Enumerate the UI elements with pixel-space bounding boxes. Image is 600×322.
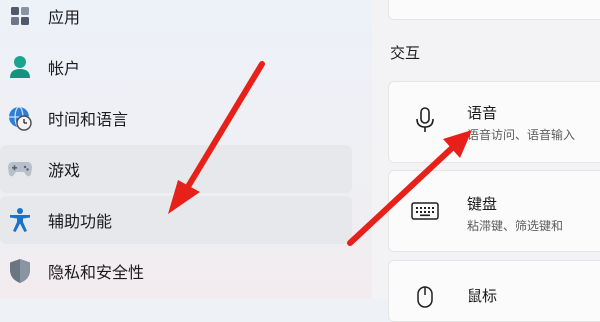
sidebar-item-gaming[interactable]: 游戏: [0, 145, 352, 193]
setting-card-keyboard[interactable]: 键盘 粘滞键、筛选键和: [388, 170, 600, 252]
sidebar-item-time-language[interactable]: 时间和语言: [0, 94, 352, 142]
settings-sidebar: 应用 帐户 时间和语言 游戏 辅助功能 隐私和安全性: [0, 0, 372, 299]
setting-title: 鼠标: [467, 287, 498, 305]
microphone-icon: [411, 106, 439, 134]
sidebar-item-accessibility[interactable]: 辅助功能: [0, 196, 352, 244]
setting-card-speech[interactable]: 语音 语音访问、语音输入: [388, 81, 600, 163]
privacy-shield-icon: [4, 255, 36, 287]
sidebar-item-label: 辅助功能: [48, 212, 113, 231]
time-language-icon: [4, 102, 36, 134]
setting-description: 语音访问、语音输入: [467, 128, 576, 142]
keyboard-icon: [411, 197, 439, 225]
sidebar-item-label: 隐私和安全性: [48, 263, 145, 282]
setting-title: 键盘: [467, 195, 498, 213]
account-icon: [4, 51, 36, 83]
sidebar-item-label: 时间和语言: [48, 110, 129, 129]
setting-description: 粘滞键、筛选键和: [467, 219, 564, 233]
section-title: 交互: [390, 44, 421, 62]
settings-content: 交互 语音 语音访问、语音输入 键盘 粘滞键、筛选键和 鼠标: [372, 0, 600, 322]
sidebar-item-label: 游戏: [48, 161, 81, 180]
sidebar-item-label: 帐户: [48, 59, 81, 78]
top-card[interactable]: [388, 0, 600, 20]
sidebar-item-label: 应用: [48, 8, 81, 27]
apps-icon: [4, 0, 36, 32]
gaming-icon: [4, 153, 36, 185]
sidebar-item-accounts[interactable]: 帐户: [0, 43, 352, 91]
setting-title: 语音: [467, 104, 498, 122]
sidebar-item-apps[interactable]: 应用: [0, 0, 352, 40]
accessibility-icon: [4, 204, 36, 236]
mouse-icon: [411, 283, 439, 311]
sidebar-item-privacy-security[interactable]: 隐私和安全性: [0, 247, 352, 295]
setting-card-mouse[interactable]: 鼠标: [388, 260, 600, 322]
